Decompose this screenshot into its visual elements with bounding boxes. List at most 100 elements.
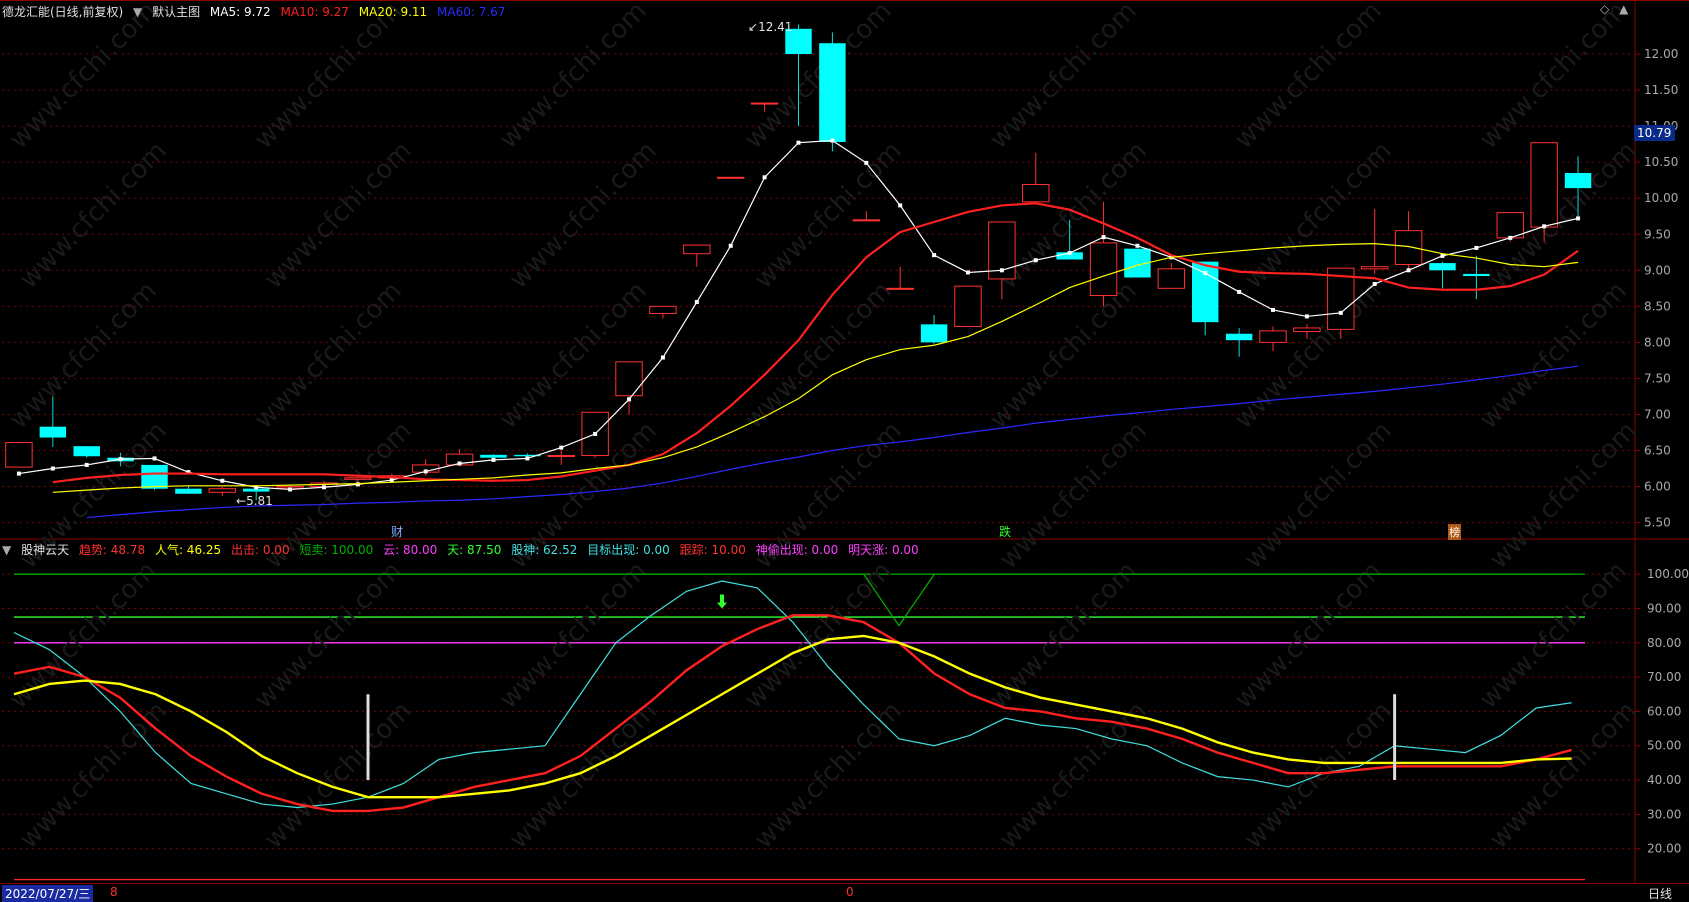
- attack-value: 出击: 0.00: [231, 543, 290, 557]
- watermark-text: www.cfchi.com: [1229, 276, 1388, 435]
- candle-body: [547, 455, 575, 458]
- sub-tick-label: 60.00: [1647, 704, 1681, 718]
- candle-body: [886, 287, 914, 290]
- ma5-point: [1304, 314, 1309, 319]
- candle: [175, 486, 202, 494]
- event-marker-cai[interactable]: 财: [391, 523, 403, 540]
- ma5-label: MA5: 9.72: [209, 5, 271, 19]
- low-arrow-icon: ←: [236, 494, 247, 508]
- indicator-name[interactable]: 股神云天: [21, 543, 69, 557]
- candle-body: [1293, 327, 1321, 333]
- signal-arrow: [717, 594, 727, 609]
- sub-tick-label: 70.00: [1647, 670, 1681, 684]
- candle-body: [73, 446, 100, 457]
- watermark-text: www.cfchi.com: [1484, 696, 1643, 855]
- watermark-text: www.cfchi.com: [739, 556, 898, 715]
- period-button[interactable]: 日线: [1648, 885, 1672, 902]
- thief-value: 神偷出现: 0.00: [755, 543, 839, 557]
- ma5-point: [999, 268, 1004, 273]
- gushen-value: 股神: 62.52: [511, 543, 578, 557]
- ma5-point: [932, 253, 937, 258]
- ma5-point: [321, 485, 326, 490]
- collapse-icon[interactable]: ▼: [133, 5, 142, 19]
- stock-name[interactable]: 德龙汇能(日线,前复权): [2, 5, 123, 19]
- watermark-text: www.cfchi.com: [1229, 0, 1388, 155]
- low-price-label: ←5.81: [236, 494, 273, 508]
- main-tick-label: 10.00: [1644, 191, 1678, 205]
- ma5-point: [660, 355, 665, 360]
- ma5-point: [1338, 310, 1343, 315]
- watermark-text: www.cfchi.com: [494, 556, 653, 715]
- trend-value: 趋势: 48.78: [78, 543, 146, 557]
- ma5-point: [593, 431, 598, 436]
- high-arrow-icon: ↙: [748, 20, 759, 34]
- sub-tick-label: 90.00: [1647, 601, 1681, 615]
- candle-body: [1157, 268, 1186, 289]
- event-marker-bang[interactable]: 榜: [1448, 524, 1461, 540]
- watermark-text: www.cfchi.com: [4, 276, 163, 435]
- main-tick-label: 7.00: [1644, 407, 1671, 421]
- ma5-point: [1033, 258, 1038, 263]
- candle-body: [480, 454, 507, 458]
- status-left-num: 8: [110, 885, 118, 899]
- ma5-point: [118, 457, 123, 462]
- main-tick-label: 11.50: [1644, 83, 1678, 97]
- ma5-point: [796, 140, 801, 145]
- watermark-text: www.cfchi.com: [994, 416, 1153, 575]
- candle: [1463, 255, 1490, 300]
- candle: [1429, 261, 1456, 289]
- ma5-point: [965, 270, 970, 275]
- candle-body: [852, 219, 881, 222]
- candle: [920, 314, 948, 344]
- chart-canvas: www.cfchi.com www.cfchi.com www.cfchi.com w…: [0, 0, 1689, 883]
- status-mid-num: 0: [846, 885, 854, 899]
- ma5-point: [830, 138, 835, 143]
- ma5-point: [1542, 224, 1547, 229]
- candle-body: [1429, 263, 1456, 271]
- ma5-point: [1067, 250, 1072, 255]
- candle: [1360, 209, 1389, 274]
- up-arrow-icon[interactable]: ▲: [1619, 2, 1628, 16]
- watermark-text: www.cfchi.com: [984, 0, 1143, 155]
- main-tick-label: 12.00: [1644, 47, 1678, 61]
- diamond-icon[interactable]: ◇: [1600, 2, 1609, 16]
- ma10-label: MA10: 9.27: [280, 5, 349, 19]
- main-chart-label[interactable]: 默认主图: [152, 5, 200, 19]
- watermark-text: www.cfchi.com: [1239, 416, 1398, 575]
- watermark-text: www.cfchi.com: [249, 276, 408, 435]
- candle-body: [1225, 333, 1253, 341]
- watermark-text: www.cfchi.com: [984, 556, 1143, 715]
- candle-body: [716, 176, 745, 179]
- candle-body: [1022, 184, 1050, 203]
- candle: [1225, 327, 1253, 357]
- candle-body: [920, 324, 948, 343]
- candle: [683, 244, 711, 267]
- candle-body: [1360, 266, 1389, 270]
- candle-body: [39, 426, 67, 438]
- ma5-point: [864, 160, 869, 165]
- watermark-text: www.cfchi.com: [1484, 416, 1643, 575]
- candle-body: [1463, 273, 1490, 277]
- ma5-point: [1508, 235, 1513, 240]
- event-marker-die[interactable]: 跌: [999, 523, 1011, 540]
- window-controls: ◇ ▲: [1600, 2, 1628, 16]
- candle-body: [1259, 330, 1287, 343]
- watermark-text: www.cfchi.com: [1474, 0, 1633, 155]
- candle-body: [649, 305, 677, 315]
- sub-tick-label: 80.00: [1647, 636, 1681, 650]
- candle-body: [344, 477, 372, 480]
- watermark-text: www.cfchi.com: [749, 696, 908, 855]
- candle: [649, 305, 677, 319]
- candle-body: [5, 442, 33, 468]
- candle-body: [141, 464, 168, 489]
- ma5-point: [1237, 289, 1242, 294]
- watermark-text: www.cfchi.com: [504, 136, 663, 295]
- target-value: 目标出现: 0.00: [587, 543, 670, 557]
- candle: [1327, 267, 1355, 339]
- watermark-text: www.cfchi.com: [14, 696, 173, 855]
- sub-header: ▼ 股神云天 趋势: 48.78 人气: 46.25 出击: 0.00 短卖: …: [2, 541, 925, 558]
- watermark-text: www.cfchi.com: [1474, 556, 1633, 715]
- sub-collapse-icon[interactable]: ▼: [2, 543, 11, 557]
- candle-body: [1564, 172, 1592, 189]
- ma5-point: [152, 456, 157, 461]
